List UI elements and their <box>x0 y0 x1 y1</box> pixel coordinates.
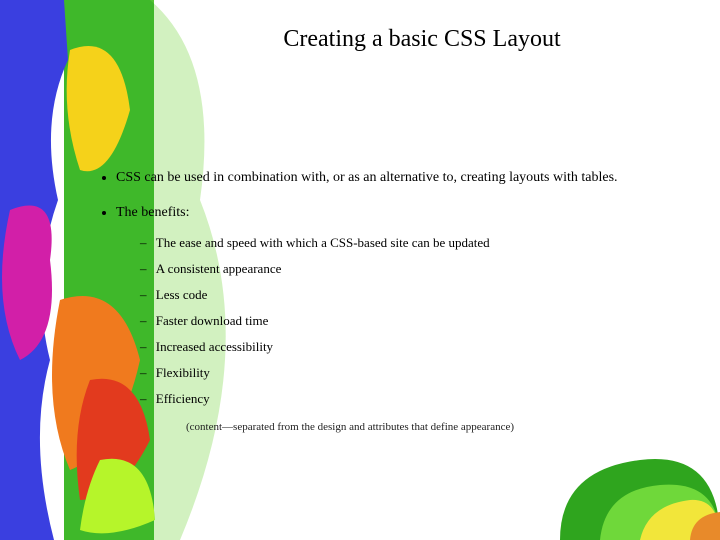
sub-bullet-list: The ease and speed with which a CSS-base… <box>116 230 684 412</box>
slide-content: Creating a basic CSS Layout CSS can be u… <box>0 0 720 540</box>
bullet-item: The benefits: The ease and speed with wh… <box>116 198 684 438</box>
bullet-list: CSS can be used in combination with, or … <box>100 163 684 439</box>
bullet-text: The benefits: <box>116 205 189 220</box>
sub-bullet-item: Flexibility <box>156 360 684 386</box>
sub-bullet-item: Less code <box>156 282 684 308</box>
sub-bullet-item: Efficiency <box>156 386 684 412</box>
bullet-text: CSS can be used in combination with, or … <box>116 170 618 185</box>
footnote-text: (content—separated from the design and a… <box>116 416 684 439</box>
sub-bullet-item: The ease and speed with which a CSS-base… <box>156 230 684 256</box>
sub-bullet-item: A consistent appearance <box>156 256 684 282</box>
sub-bullet-item: Faster download time <box>156 308 684 334</box>
slide-title: Creating a basic CSS Layout <box>160 26 684 53</box>
sub-bullet-item: Increased accessibility <box>156 334 684 360</box>
bullet-item: CSS can be used in combination with, or … <box>116 163 684 192</box>
